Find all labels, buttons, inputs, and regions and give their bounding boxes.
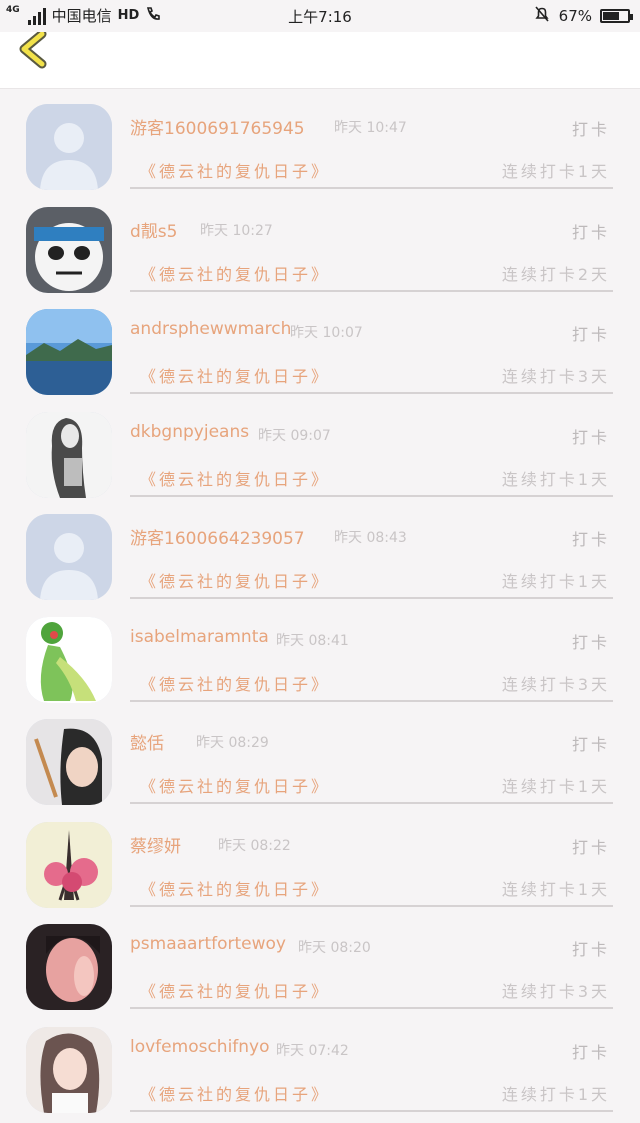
book-title[interactable]: 《德云社的复仇日子》 — [140, 876, 330, 900]
user-name[interactable]: 懿佸 — [130, 729, 164, 754]
streak-label: 连续打卡1天 — [502, 876, 610, 900]
row-divider — [130, 597, 613, 599]
mute-bell-icon — [533, 5, 551, 27]
checkin-time: 昨天 08:29 — [196, 732, 269, 752]
avatar[interactable] — [26, 412, 112, 498]
avatar[interactable] — [26, 104, 112, 190]
back-button[interactable] — [14, 32, 54, 72]
book-title[interactable]: 《德云社的复仇日子》 — [140, 978, 330, 1002]
list-item[interactable]: d靓s5 昨天 10:27 打卡《德云社的复仇日子》 连续打卡2天 — [0, 201, 640, 304]
row-divider — [130, 187, 613, 189]
status-right: 67% — [533, 5, 630, 27]
battery-icon — [600, 9, 630, 23]
chevron-left-icon — [14, 32, 54, 72]
list-item[interactable]: psmaaartfortewoy 昨天 08:20 打卡《德云社的复仇日子》 连续打卡… — [0, 918, 640, 1021]
streak-label: 连续打卡1天 — [502, 158, 610, 182]
checkin-label: 打卡 — [572, 321, 610, 345]
checkin-time: 昨天 08:41 — [276, 630, 349, 650]
default-avatar-icon — [26, 104, 112, 190]
streak-label: 连续打卡3天 — [502, 671, 610, 695]
default-avatar-icon — [26, 514, 112, 600]
checkin-label: 打卡 — [572, 219, 610, 243]
book-title[interactable]: 《德云社的复仇日子》 — [140, 363, 330, 387]
streak-label: 连续打卡1天 — [502, 466, 610, 490]
list-item[interactable]: dkbgnpyjeans 昨天 09:07 打卡《德云社的复仇日子》 连续打卡1天 — [0, 406, 640, 509]
checkin-label: 打卡 — [572, 116, 610, 140]
battery-percent: 67% — [559, 7, 592, 25]
book-title[interactable]: 《德云社的复仇日子》 — [140, 671, 330, 695]
user-name[interactable]: andrsphewwmarch — [130, 319, 291, 339]
avatar[interactable] — [26, 309, 112, 395]
eiffel-tower-avatar — [26, 822, 112, 908]
avatar[interactable] — [26, 207, 112, 293]
checkin-time: 昨天 08:20 — [298, 937, 371, 957]
sketch-girl-avatar — [26, 412, 112, 498]
checkin-label: 打卡 — [572, 526, 610, 550]
row-divider — [130, 392, 613, 394]
row-divider — [130, 1110, 613, 1112]
streak-label: 连续打卡1天 — [502, 1081, 610, 1105]
list-item[interactable]: isabelmaramnta 昨天 08:41 打卡《德云社的复仇日子》 连续打卡3天 — [0, 611, 640, 714]
book-title[interactable]: 《德云社的复仇日子》 — [140, 261, 330, 285]
avatar[interactable] — [26, 822, 112, 908]
user-name[interactable]: 游客1600664239057 — [130, 524, 305, 549]
streak-label: 连续打卡3天 — [502, 978, 610, 1002]
checkin-time: 昨天 07:42 — [276, 1040, 349, 1060]
list-item[interactable]: lovfemoschifnyo 昨天 07:42 打卡《德云社的复仇日子》 连续打卡1… — [0, 1021, 640, 1123]
list-item[interactable]: andrsphewwmarch昨天 10:07 打卡《德云社的复仇日子》 连续打卡3… — [0, 303, 640, 406]
book-title[interactable]: 《德云社的复仇日子》 — [140, 158, 330, 182]
row-divider — [130, 495, 613, 497]
checkin-label: 打卡 — [572, 1039, 610, 1063]
row-divider — [130, 290, 613, 292]
checkin-time: 昨天 09:07 — [258, 425, 331, 445]
book-title[interactable]: 《德云社的复仇日子》 — [140, 568, 330, 592]
checkin-label: 打卡 — [572, 731, 610, 755]
row-divider — [130, 905, 613, 907]
lake-avatar — [26, 309, 112, 395]
header-bar — [0, 32, 640, 89]
list-item[interactable]: 游客1600664239057 昨天 08:43 打卡《德云社的复仇日子》 连续打卡1… — [0, 508, 640, 611]
row-divider — [130, 1007, 613, 1009]
checkin-label: 打卡 — [572, 936, 610, 960]
user-name[interactable]: 游客1600691765945 — [130, 114, 305, 139]
girl-portrait-avatar — [26, 924, 112, 1010]
gardevoir-avatar — [26, 617, 112, 703]
checkin-label: 打卡 — [572, 629, 610, 653]
checkin-time: 昨天 08:43 — [334, 527, 407, 547]
row-divider — [130, 802, 613, 804]
streak-label: 连续打卡1天 — [502, 568, 610, 592]
checkin-time: 昨天 10:07 — [290, 322, 363, 342]
avatar[interactable] — [26, 514, 112, 600]
user-name[interactable]: isabelmaramnta — [130, 627, 269, 647]
row-divider — [130, 700, 613, 702]
checkin-time: 昨天 10:47 — [334, 117, 407, 137]
list-item[interactable]: 游客1600691765945 昨天 10:47 打卡《德云社的复仇日子》 连续打卡1… — [0, 98, 640, 201]
user-name[interactable]: lovfemoschifnyo — [130, 1037, 270, 1057]
checkin-label: 打卡 — [572, 424, 610, 448]
checkin-time: 昨天 08:22 — [218, 835, 291, 855]
user-name[interactable]: dkbgnpyjeans — [130, 422, 249, 442]
streak-label: 连续打卡2天 — [502, 261, 610, 285]
user-name[interactable]: psmaaartfortewoy — [130, 934, 286, 954]
book-title[interactable]: 《德云社的复仇日子》 — [140, 1081, 330, 1105]
avatar[interactable] — [26, 924, 112, 1010]
user-name[interactable]: d靓s5 — [130, 217, 177, 242]
avatar[interactable] — [26, 617, 112, 703]
status-bar: 4G 中国电信 HD 上午7:16 67% — [0, 0, 640, 32]
checkin-label: 打卡 — [572, 834, 610, 858]
user-name[interactable]: 蔡缪妍 — [130, 832, 181, 857]
checkin-list: 游客1600691765945昨天 10:47打卡《德云社的复仇日子》连续打卡1… — [0, 98, 640, 1123]
panda-avatar — [26, 207, 112, 293]
list-item[interactable]: 懿佸 昨天 08:29 打卡《德云社的复仇日子》 连续打卡1天 — [0, 713, 640, 816]
streak-label: 连续打卡3天 — [502, 363, 610, 387]
girl-avatar — [26, 1027, 112, 1113]
avatar[interactable] — [26, 1027, 112, 1113]
book-title[interactable]: 《德云社的复仇日子》 — [140, 773, 330, 797]
streak-label: 连续打卡1天 — [502, 773, 610, 797]
checkin-time: 昨天 10:27 — [200, 220, 273, 240]
list-item[interactable]: 蔡缪妍 昨天 08:22 打卡《德云社的复仇日子》 连续打卡1天 — [0, 816, 640, 919]
boy-avatar — [26, 719, 112, 805]
avatar[interactable] — [26, 719, 112, 805]
book-title[interactable]: 《德云社的复仇日子》 — [140, 466, 330, 490]
